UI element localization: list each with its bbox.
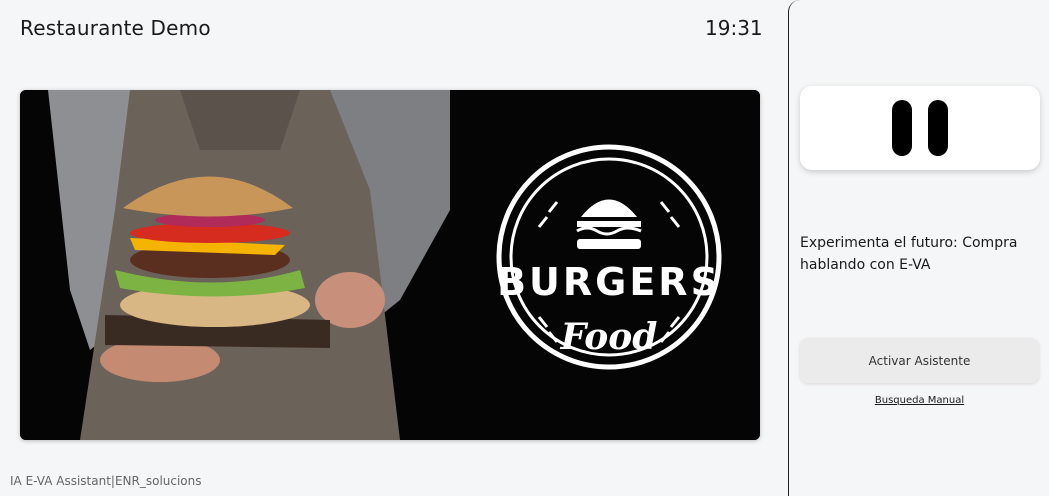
promo-text: Experimenta el futuro: Compra hablando c… (800, 235, 1018, 273)
pause-icon (892, 100, 912, 156)
brand-top-text: BURGERS (497, 260, 721, 304)
banner-image: BURGERS Food (20, 90, 760, 440)
main-panel: Restaurante Demo 19:31 BURGERS Food IA E… (0, 0, 788, 496)
page-title: Restaurante Demo (20, 16, 211, 40)
brand-bottom-text: Food (560, 316, 658, 358)
pause-icon-bar-2 (928, 100, 948, 156)
activate-assistant-button[interactable]: Activar Asistente (800, 338, 1039, 383)
manual-search-link[interactable]: Busqueda Manual (800, 395, 1039, 406)
footer-credit: IA E-VA Assistant|ENR_solucions (10, 474, 202, 488)
voice-status-card[interactable] (800, 86, 1040, 170)
assistant-panel: Experimenta el futuro: Compra hablando c… (788, 0, 1049, 496)
clock: 19:31 (705, 16, 763, 40)
promo-banner: BURGERS Food (20, 90, 760, 440)
app-root: Restaurante Demo 19:31 BURGERS Food IA E… (0, 0, 1049, 496)
